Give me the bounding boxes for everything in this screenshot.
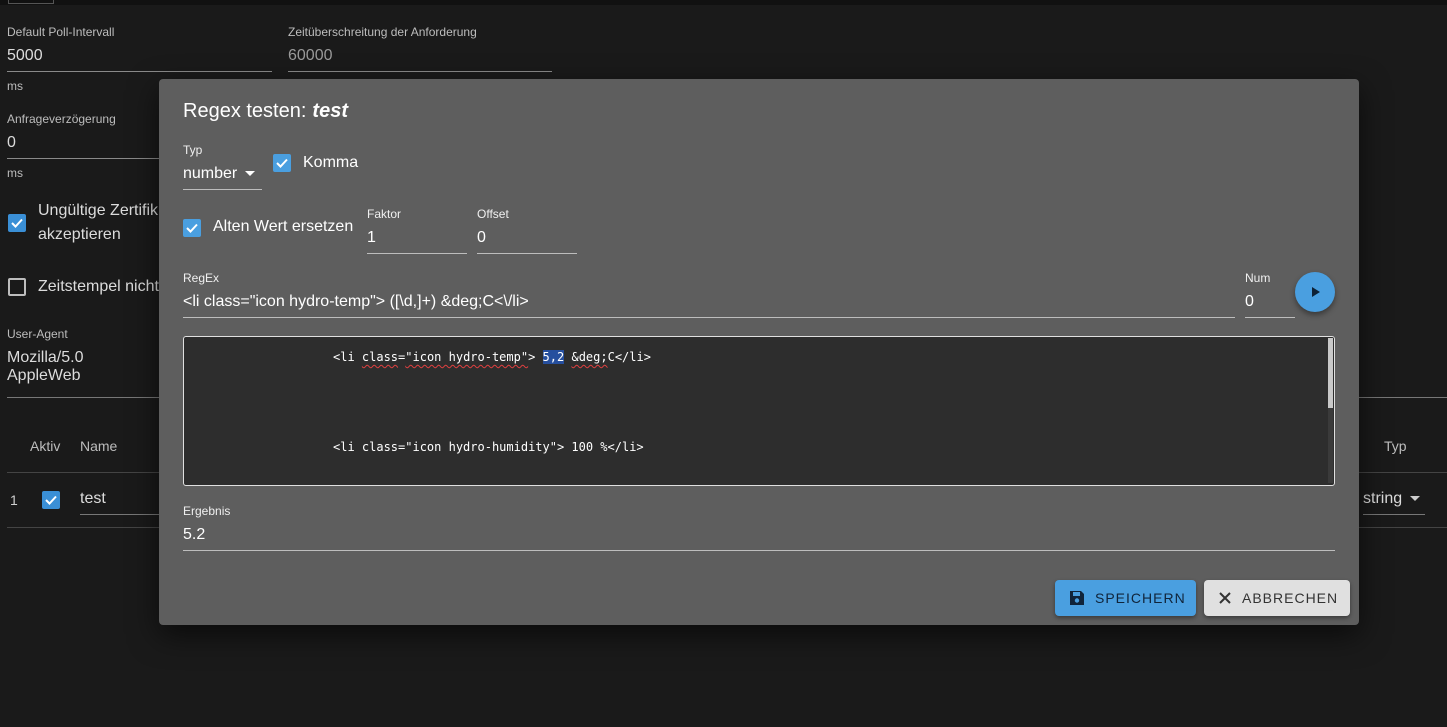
code-token: C</li> (607, 350, 651, 364)
table-row-active-checkbox[interactable] (42, 491, 60, 509)
code-token: <li (333, 350, 362, 364)
replace-old-checkbox[interactable] (183, 219, 201, 237)
poll-interval-label: Default Poll-Intervall (7, 25, 115, 39)
play-icon (1312, 287, 1320, 297)
code-token-entity: &deg; (571, 350, 608, 364)
invalid-cert-checkbox[interactable] (8, 214, 26, 232)
user-agent-label: User-Agent (7, 327, 68, 341)
offset-label: Offset (477, 207, 509, 221)
table-row-type-select[interactable]: string (1363, 490, 1425, 515)
type-select[interactable]: number (183, 165, 262, 190)
factor-input[interactable]: 1 (367, 229, 467, 254)
table-row-type: string (1363, 490, 1403, 507)
invalid-cert-label-2: akzeptieren (38, 226, 121, 243)
table-header-name: Name (80, 438, 118, 454)
delay-label: Anfrageverzögerung (7, 112, 116, 126)
code-line-temp: <li class="icon hydro-temp"> 5,2 &deg;C<… (333, 350, 651, 364)
dialog-title-name: test (312, 100, 348, 122)
table-row-divider (7, 527, 159, 528)
code-token-attr: class (361, 350, 399, 364)
cancel-label: ABBRECHEN (1242, 590, 1339, 606)
check-icon (11, 218, 23, 228)
comma-checkbox[interactable] (273, 154, 291, 172)
user-agent-divider (7, 397, 159, 398)
poll-interval-value[interactable]: 5000 (7, 47, 272, 72)
comma-label: Komma (303, 154, 359, 171)
dialog-title: Regex testen: test (183, 100, 348, 123)
factor-label: Faktor (367, 207, 402, 221)
table-header-divider-right (1359, 472, 1447, 473)
check-icon (276, 158, 288, 168)
chevron-down-icon (245, 171, 256, 177)
invalid-cert-label-1: Ungültige Zertifik (38, 202, 159, 219)
save-button[interactable]: SPEICHERN (1055, 580, 1196, 616)
user-agent-field[interactable]: User-Agent Mozilla/5.0 AppleWeb (7, 327, 159, 391)
check-icon (45, 495, 57, 505)
top-bar (0, 0, 1447, 5)
table-row-divider-right (1359, 527, 1447, 528)
replace-old-label: Alten Wert ersetzen (213, 218, 354, 235)
top-tab-stub[interactable] (8, 0, 54, 4)
user-agent-value[interactable]: Mozilla/5.0 AppleWeb (7, 349, 159, 391)
offset-input[interactable]: 0 (477, 229, 577, 254)
timestamp-label: Zeitstempel nicht (38, 278, 159, 295)
code-token-string: "icon hydro-temp" (405, 350, 529, 364)
result-value: 5.2 (183, 526, 1335, 551)
save-icon (1069, 590, 1085, 606)
run-test-button[interactable] (1295, 272, 1335, 312)
delay-value[interactable]: 0 (7, 134, 159, 159)
type-value: number (183, 165, 238, 182)
delay-field[interactable]: Anfrageverzögerung 0 (7, 112, 159, 159)
timeout-label: Zeitüberschreitung der Anforderung (288, 25, 477, 39)
table-row-name[interactable]: test (80, 490, 159, 515)
timeout-value[interactable]: 60000 (288, 47, 552, 72)
source-editor[interactable]: <li class="icon hydro-temp"> 5,2 &deg;C<… (183, 336, 1335, 486)
timestamp-checkbox[interactable] (8, 278, 26, 296)
user-agent-divider-right (1359, 397, 1447, 398)
editor-scrollbar-thumb[interactable] (1328, 338, 1333, 408)
save-label: SPEICHERN (1095, 590, 1186, 606)
poll-interval-field[interactable]: Default Poll-Intervall 5000 (7, 25, 272, 72)
chevron-down-icon (1410, 496, 1421, 502)
delay-unit: ms (7, 166, 23, 180)
num-label: Num (1245, 271, 1271, 285)
table-header-divider (7, 472, 159, 473)
poll-interval-unit: ms (7, 79, 23, 93)
dialog-title-text: Regex testen: (183, 100, 307, 122)
table-row-name-field[interactable]: test (80, 490, 159, 515)
code-line-humidity: <li class="icon hydro-humidity"> 100 %</… (333, 440, 644, 454)
regex-match-highlight: 5,2 (542, 350, 565, 364)
timeout-field[interactable]: Zeitüberschreitung der Anforderung 60000 (288, 25, 552, 72)
regex-input[interactable]: <li class="icon hydro-temp"> ([\d,]+) &d… (183, 293, 1235, 318)
close-icon (1218, 591, 1232, 605)
code-token: > (528, 350, 543, 364)
result-label: Ergebnis (183, 504, 231, 518)
table-header-active: Aktiv (30, 438, 61, 454)
table-header-type: Typ (1384, 438, 1407, 454)
type-label: Typ (183, 143, 203, 157)
regex-test-dialog: Regex testen: test Typ number Komma Alten… (159, 79, 1359, 625)
regex-label: RegEx (183, 271, 220, 285)
cancel-button[interactable]: ABBRECHEN (1204, 580, 1350, 616)
num-input[interactable]: 0 (1245, 293, 1295, 318)
table-row-index: 1 (10, 492, 18, 508)
check-icon (186, 223, 198, 233)
